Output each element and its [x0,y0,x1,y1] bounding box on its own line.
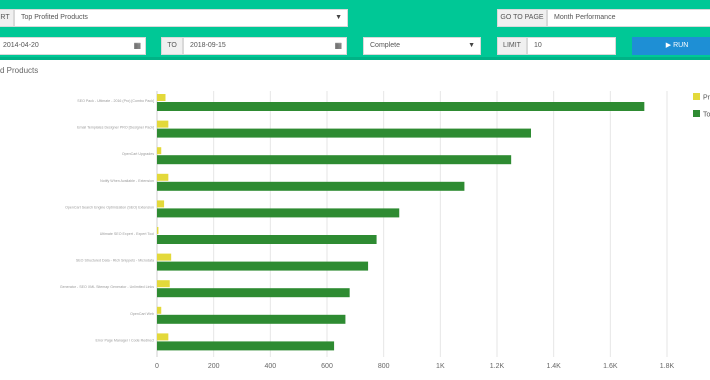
category-label: Ultimate SEO Expert - Expert Tool [100,232,154,236]
bar-profit [157,147,162,155]
bar-total [157,235,377,244]
x-tick-label: 0 [155,363,159,370]
category-label: Email Templates Designer PRO [Designer P… [77,126,154,130]
bar-total [157,102,645,111]
legend-swatch [693,93,700,100]
bar-profit [157,94,166,101]
bar-total [157,261,369,271]
category-label: SEO Pack - Ultimate - 2016 (Pro) [Combo … [77,99,154,103]
bar-total [157,341,335,351]
bar-profit [157,227,159,234]
x-tick-label: 600 [321,363,333,370]
bar-profit [157,253,172,261]
x-tick-label: 1.4K [546,363,561,370]
category-label: OpenCart Upgrades [122,152,154,156]
x-tick-label: 200 [208,363,220,370]
bar-profit [157,173,169,181]
bar-profit [157,333,169,341]
x-tick-label: 1.6K [603,363,618,370]
bar-chart: 0 200 400 600 800 1K 1.2K 1.4K 1.6K 1.8K SEO Pack … [60,91,710,370]
category-label: Notify When Available - Extension [100,179,154,183]
bar-total [157,208,400,218]
category-label: OpenCart Search Engine Optimization (SEO… [65,205,154,209]
legend-swatch [693,110,700,117]
category-label: Error Page Manager / Code Redirect [95,338,154,342]
bar-profit [157,306,162,314]
category-label: Generator - SEO XML Sitemap Generator - … [60,285,154,289]
bar-total [157,128,531,138]
legend-label: To [703,112,710,119]
x-tick-label: 400 [264,363,276,370]
x-tick-label: 1K [436,363,445,370]
legend-label: Pr [703,95,710,102]
bar-total [157,288,350,298]
x-tick-label: 1.2K [490,363,505,370]
bar-total [157,314,346,324]
category-label: OpenCart Web [130,312,154,316]
x-tick-label: 1.8K [660,363,675,370]
bar-profit [157,120,169,128]
x-tick-label: 800 [378,363,390,370]
bar-profit [157,200,165,208]
bar-total [157,155,512,165]
bar-total [157,181,465,191]
category-label: SEO Structured Data - Rich Snippets - Mi… [76,259,154,263]
bar-profit [157,280,170,288]
